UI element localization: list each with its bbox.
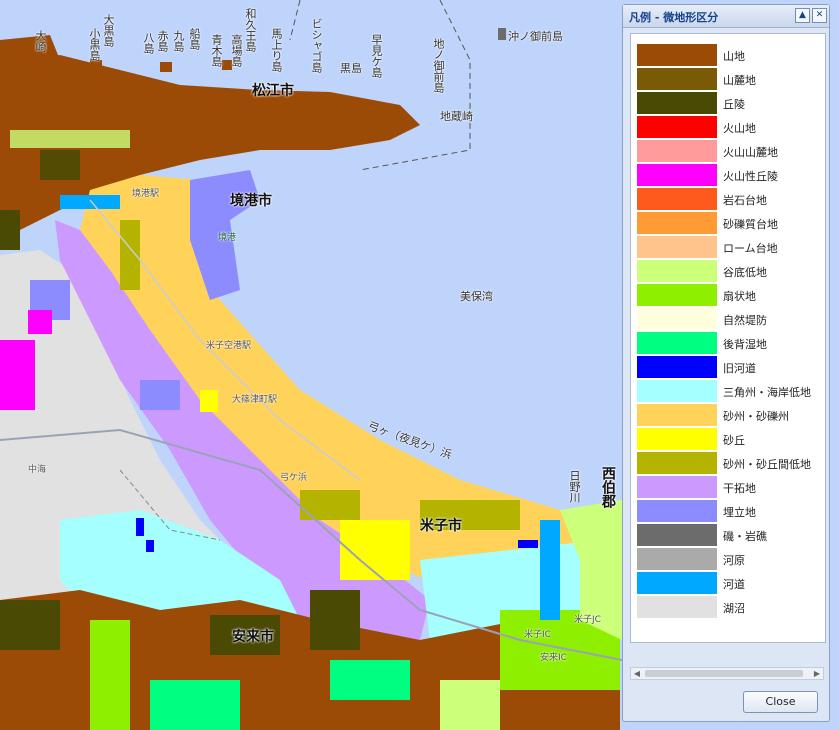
legend-swatch — [637, 500, 717, 522]
map-label-hinogawa: 日野川 — [568, 470, 581, 503]
chevron-up-icon[interactable]: ▲ — [795, 8, 810, 23]
legend-swatch — [637, 260, 717, 282]
legend-horizontal-scrollbar[interactable]: ◀ ▶ — [630, 667, 824, 680]
map-label-sakaiminato: 境港市 — [230, 193, 272, 209]
legend-swatch — [637, 236, 717, 258]
legend-item-label: 丘陵 — [723, 98, 745, 111]
legend-item-label: 河道 — [723, 578, 745, 591]
map-label-yonago-ic: 米子IC — [524, 630, 551, 640]
legend-item-label: 砂州・砂丘間低地 — [723, 458, 811, 471]
legend-swatch — [637, 164, 717, 186]
legend-item-label: 河原 — [723, 554, 745, 567]
legend-item-label: ローム台地 — [723, 242, 778, 255]
legend-item-label: 三角州・海岸低地 — [723, 386, 811, 399]
legend-item-label: 埋立地 — [723, 506, 756, 519]
map-label-oguro: 大黒島 — [102, 14, 115, 47]
scroll-thumb[interactable] — [645, 670, 803, 677]
legend-swatch — [637, 548, 717, 570]
legend-item-label: 岩石台地 — [723, 194, 767, 207]
legend-swatch — [637, 308, 717, 330]
legend-swatch — [637, 452, 717, 474]
legend-swatch — [637, 140, 717, 162]
map-label-yasugi-ic: 安来IC — [540, 653, 567, 663]
legend-item-label: 砂州・砂礫州 — [723, 410, 789, 423]
map-label-yasugi: 安来市 — [232, 629, 274, 645]
legend-swatch — [637, 404, 717, 426]
legend-swatch — [637, 116, 717, 138]
close-icon[interactable]: ✕ — [812, 8, 827, 23]
map-label-hayamigashima: 早見ケ島 — [370, 34, 383, 78]
map-label-yonago: 米子市 — [420, 518, 462, 534]
map-label-akagashima: 赤島 — [156, 30, 169, 52]
map-label-airport-station: 米子空港駅 — [206, 341, 252, 351]
legend-titlebar[interactable]: 凡例 - 微地形区分 ▲ ✕ — [623, 5, 829, 28]
legend-item-label: 湖沼 — [723, 602, 745, 615]
legend-swatch — [637, 332, 717, 354]
legend-item-label: 火山地 — [723, 122, 756, 135]
map-label-yonago-jc: 米子JC — [574, 615, 601, 625]
map-label-saihaku: 西伯郡 — [600, 466, 616, 508]
map-label-jinomikado: 地ノ御前島 — [432, 38, 445, 93]
legend-item-label: 火山山麓地 — [723, 146, 778, 159]
legend-item-label: 扇状地 — [723, 290, 756, 303]
legend-title: 凡例 - 微地形区分 — [629, 11, 719, 24]
map-label-kurojima: 黒島 — [340, 62, 362, 75]
legend-item-label: 谷底低地 — [723, 266, 767, 279]
map-label-okinomikado: 沖ノ御前島 — [508, 30, 563, 43]
scroll-right-icon[interactable]: ▶ — [811, 668, 823, 679]
legend-swatch — [637, 68, 717, 90]
close-button[interactable]: Close — [743, 691, 818, 713]
legend-item-label: 旧河道 — [723, 362, 756, 375]
map-label-matsue: 松江市 — [252, 83, 294, 99]
legend-item-label: 火山性丘陵 — [723, 170, 778, 183]
map-label-funajima: 船島 — [188, 28, 201, 50]
map-label-oshinozu-station: 大篠津町駅 — [232, 395, 278, 405]
map-label-jizosaki: 地蔵崎 — [440, 110, 473, 123]
legend-swatch — [637, 380, 717, 402]
map-label-takashima: 高場島 — [230, 34, 243, 67]
map-label-miho-port: 境港 — [218, 233, 237, 243]
legend-panel[interactable]: 凡例 - 微地形区分 ▲ ✕ 山地山麓地丘陵火山地火山山麓地火山性丘陵岩石台地砂… — [622, 4, 830, 722]
legend-swatch — [637, 92, 717, 114]
legend-list: 山地山麓地丘陵火山地火山山麓地火山性丘陵岩石台地砂礫質台地ローム台地谷底低地扇状… — [630, 33, 826, 643]
legend-swatch — [637, 356, 717, 378]
legend-item-label: 自然堤防 — [723, 314, 767, 327]
map-label-umajima: 馬上り島 — [270, 28, 283, 72]
map-label-wakudaishima: 和久王島 — [244, 8, 257, 52]
legend-item-label: 山麓地 — [723, 74, 756, 87]
legend-swatch — [637, 188, 717, 210]
map-label-yumigahama: 弓ケ浜 — [280, 473, 308, 483]
map-label-nakaumi: 中海 — [28, 465, 47, 475]
legend-item-label: 磯・岩礁 — [723, 530, 767, 543]
map-label-bishagojima: ビシャゴ島 — [310, 18, 323, 73]
legend-item-label: 砂丘 — [723, 434, 745, 447]
legend-swatch — [637, 596, 717, 618]
legend-item-label: 干拓地 — [723, 482, 756, 495]
legend-swatch — [637, 428, 717, 450]
legend-swatch — [637, 212, 717, 234]
legend-swatch — [637, 572, 717, 594]
map-label-osaki: 大崎 — [34, 30, 47, 52]
legend-swatch — [637, 284, 717, 306]
map-label-kumojima: 九島 — [172, 30, 185, 52]
map-label-sakaiminato-station: 境港駅 — [132, 189, 160, 199]
legend-item-label: 砂礫質台地 — [723, 218, 778, 231]
legend-item-label: 後背湿地 — [723, 338, 767, 351]
scroll-left-icon[interactable]: ◀ — [631, 668, 643, 679]
map-label-aokijima: 青木島 — [210, 34, 223, 67]
map-label-miho-bay: 美保湾 — [460, 290, 493, 303]
map-label-koguro: 小黒島 — [88, 28, 101, 61]
legend-swatch — [637, 44, 717, 66]
legend-swatch — [637, 476, 717, 498]
legend-item-label: 山地 — [723, 50, 745, 63]
legend-swatch — [637, 524, 717, 546]
